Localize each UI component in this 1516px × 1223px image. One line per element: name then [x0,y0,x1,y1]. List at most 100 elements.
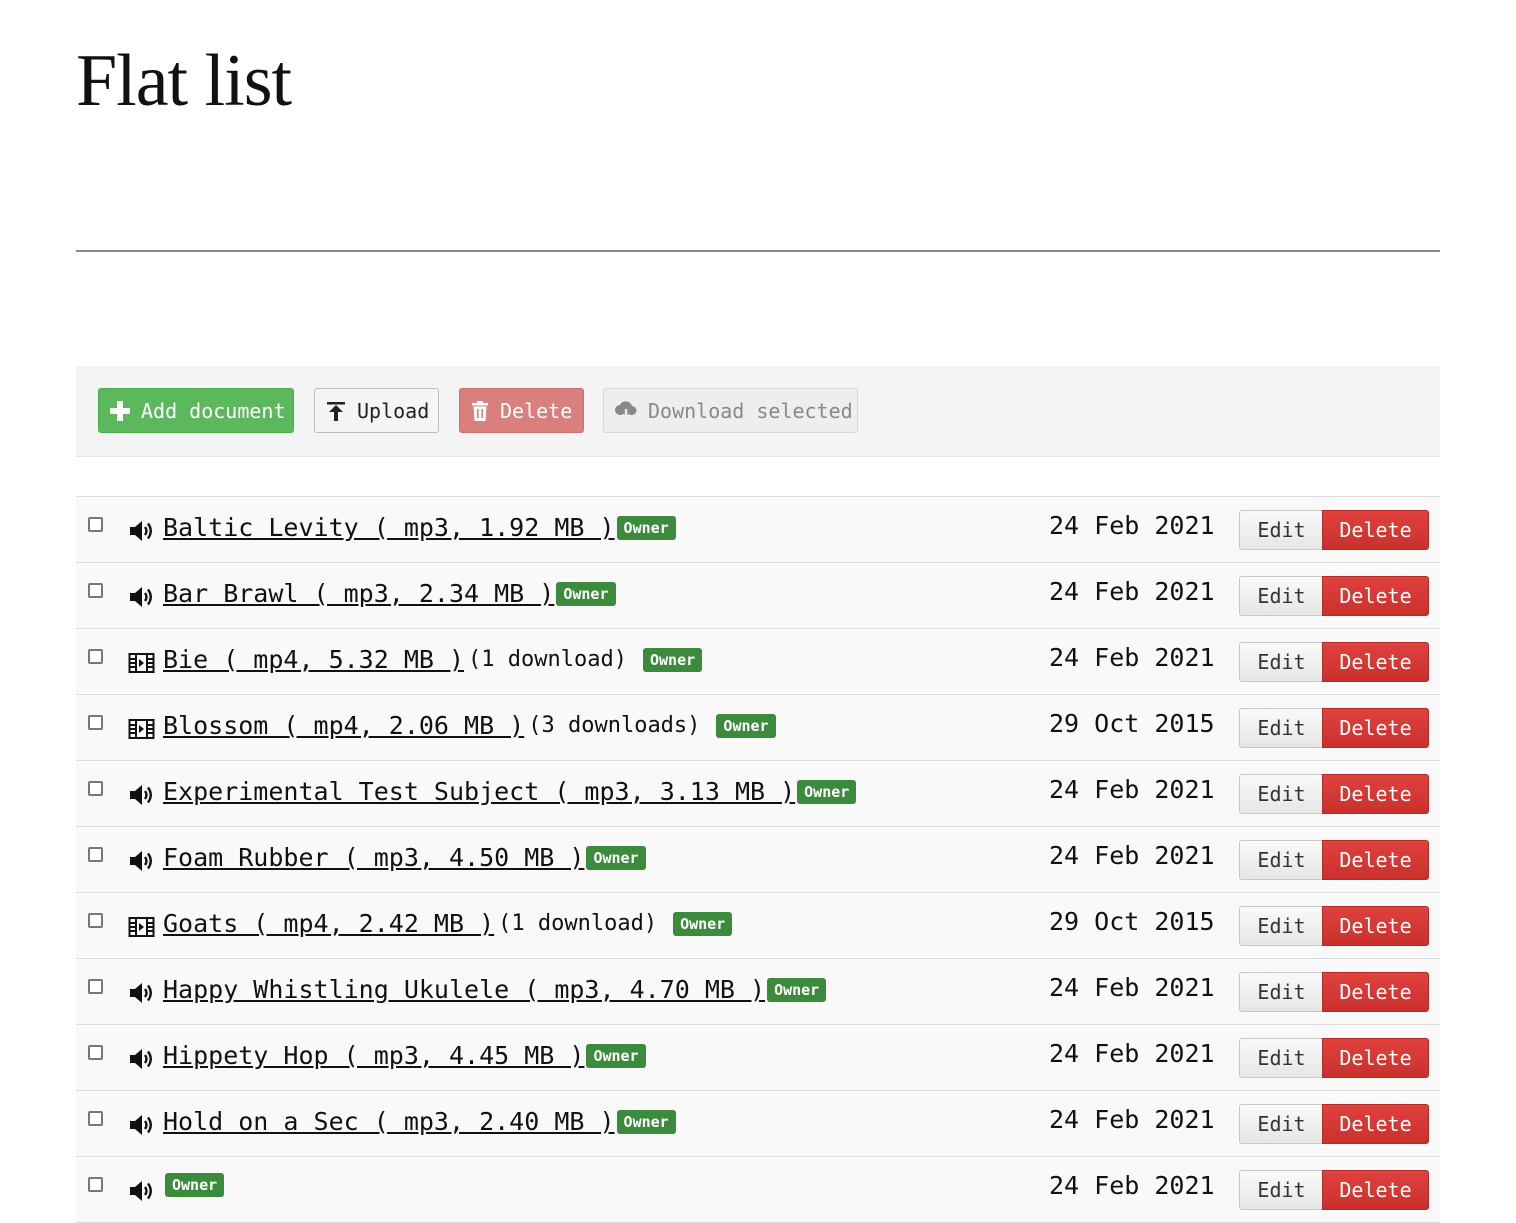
video-icon [128,716,155,742]
delete-button[interactable]: Delete [1322,972,1429,1012]
document-link[interactable]: Hold on a Sec ( mp3, 2.40 MB ) [163,1107,615,1136]
delete-button[interactable]: Delete [1322,1170,1429,1210]
delete-button[interactable]: Delete [1322,510,1429,550]
document-link[interactable]: Baltic Levity ( mp3, 1.92 MB ) [163,513,615,542]
delete-label: Delete [1339,1112,1412,1136]
edit-label: Edit [1257,1112,1306,1136]
list-item: Experimental Test Subject ( mp3, 3.13 MB… [76,761,1440,827]
document-name: Owner [163,1173,225,1197]
owner-badge: Owner [165,1173,225,1197]
document-link[interactable]: Blossom ( mp4, 2.06 MB ) [163,711,524,740]
audio-icon [128,518,155,544]
edit-button[interactable]: Edit [1239,972,1323,1012]
audio-icon [128,1046,155,1072]
audio-icon [128,1112,155,1138]
download-selected-button[interactable]: Download selected [603,388,858,433]
select-checkbox[interactable] [88,1177,103,1192]
edit-label: Edit [1257,782,1306,806]
delete-button[interactable]: Delete [1322,642,1429,682]
download-selected-label: Download selected [648,398,853,423]
add-document-button[interactable]: Add document [98,388,294,433]
delete-label: Delete [1339,848,1412,872]
edit-label: Edit [1257,518,1306,542]
owner-badge: Owner [642,647,703,672]
list-item: Blossom ( mp4, 2.06 MB ) (3 downloads) O… [76,695,1440,761]
upload-button[interactable]: Upload [314,388,439,433]
document-link[interactable]: Bie ( mp4, 5.32 MB ) [163,645,464,674]
select-checkbox[interactable] [88,979,103,994]
owner-badge: Owner [586,1043,646,1068]
delete-label: Delete [1339,1046,1412,1070]
edit-button[interactable]: Edit [1239,708,1323,748]
list-item: Owner 24 Feb 2021 Edit Delete [76,1157,1440,1223]
plus-icon [110,400,130,421]
edit-button[interactable]: Edit [1239,642,1323,682]
select-checkbox[interactable] [88,649,103,664]
document-link[interactable]: Happy Whistling Ukulele ( mp3, 4.70 MB ) [163,975,765,1004]
document-list: Baltic Levity ( mp3, 1.92 MB ) Owner 24 … [76,496,1440,1223]
delete-label: Delete [1339,716,1412,740]
owner-badge: Owner [767,977,827,1002]
delete-button[interactable]: Delete [1322,1038,1429,1078]
page-title: Flat list [76,40,292,122]
edit-label: Edit [1257,716,1306,740]
document-name: Experimental Test Subject ( mp3, 3.13 MB… [163,777,857,806]
select-checkbox[interactable] [88,1045,103,1060]
video-icon [128,914,155,940]
audio-icon [128,980,155,1006]
document-date: 24 Feb 2021 [1049,1171,1215,1200]
trash-icon [472,400,488,421]
edit-button[interactable]: Edit [1239,1170,1323,1210]
delete-label: Delete [1339,1178,1412,1202]
add-document-label: Add document [141,398,286,423]
delete-button[interactable]: Delete [1322,576,1429,616]
select-checkbox[interactable] [88,847,103,862]
select-checkbox[interactable] [88,715,103,730]
edit-button[interactable]: Edit [1239,510,1323,550]
delete-label: Delete [1339,584,1412,608]
delete-button[interactable]: Delete [1322,1104,1429,1144]
download-count: (1 download) [498,911,658,936]
edit-button[interactable]: Edit [1239,1104,1323,1144]
document-date: 24 Feb 2021 [1049,577,1215,606]
select-checkbox[interactable] [88,781,103,796]
edit-button[interactable]: Edit [1239,1038,1323,1078]
document-date: 29 Oct 2015 [1049,709,1215,738]
delete-button[interactable]: Delete [1322,774,1429,814]
audio-icon [128,782,155,808]
divider [76,250,1440,252]
list-item: Hold on a Sec ( mp3, 2.40 MB ) Owner 24 … [76,1091,1440,1157]
delete-selected-button[interactable]: Delete [459,388,584,433]
document-name: Hippety Hop ( mp3, 4.45 MB ) Owner [163,1041,646,1070]
edit-button[interactable]: Edit [1239,774,1323,814]
document-link[interactable]: Bar Brawl ( mp3, 2.34 MB ) [163,579,554,608]
list-item: Bie ( mp4, 5.32 MB ) (1 download) Owner … [76,629,1440,695]
document-name: Bie ( mp4, 5.32 MB ) (1 download) Owner [163,645,703,674]
document-name: Happy Whistling Ukulele ( mp3, 4.70 MB )… [163,975,827,1004]
upload-icon [327,401,345,421]
delete-button[interactable]: Delete [1322,906,1429,946]
edit-label: Edit [1257,914,1306,938]
list-item: Goats ( mp4, 2.42 MB ) (1 download) Owne… [76,893,1440,959]
document-link[interactable]: Experimental Test Subject ( mp3, 3.13 MB… [163,777,795,806]
edit-button[interactable]: Edit [1239,840,1323,880]
select-checkbox[interactable] [88,913,103,928]
document-link[interactable]: Goats ( mp4, 2.42 MB ) [163,909,494,938]
select-checkbox[interactable] [88,1111,103,1126]
document-date: 24 Feb 2021 [1049,841,1215,870]
select-checkbox[interactable] [88,583,103,598]
owner-badge: Owner [797,779,857,804]
document-link[interactable]: Hippety Hop ( mp3, 4.45 MB ) [163,1041,584,1070]
select-checkbox[interactable] [88,517,103,532]
edit-button[interactable]: Edit [1239,906,1323,946]
download-count: (3 downloads) [528,713,701,738]
document-name: Goats ( mp4, 2.42 MB ) (1 download) Owne… [163,909,733,938]
delete-button[interactable]: Delete [1322,840,1429,880]
delete-button[interactable]: Delete [1322,708,1429,748]
document-date: 24 Feb 2021 [1049,511,1215,540]
edit-button[interactable]: Edit [1239,576,1323,616]
delete-label: Delete [1339,650,1412,674]
document-name: Baltic Levity ( mp3, 1.92 MB ) Owner [163,513,676,542]
document-link[interactable]: Foam Rubber ( mp3, 4.50 MB ) [163,843,584,872]
owner-badge: Owner [586,845,646,870]
